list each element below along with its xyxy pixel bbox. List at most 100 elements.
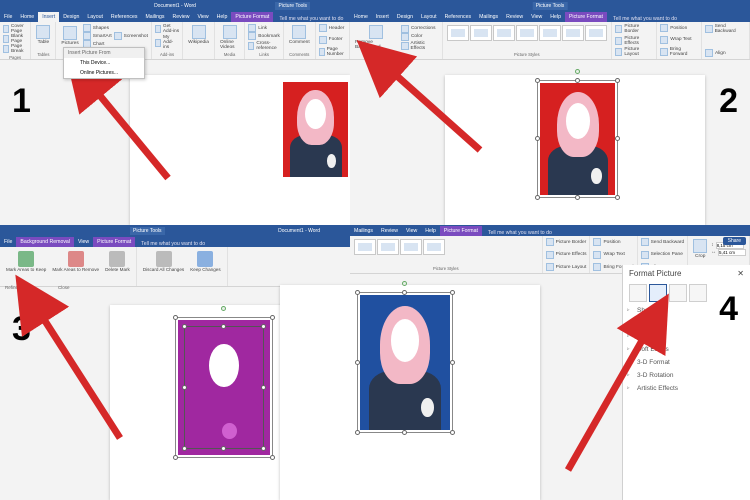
page-number-button[interactable]: Page Number xyxy=(327,47,346,57)
selection-pane-button[interactable]: Selection Pane xyxy=(651,252,683,257)
style-thumb[interactable] xyxy=(447,25,469,41)
tab-home[interactable]: Home xyxy=(16,12,38,22)
photo-bg-removal-preview[interactable] xyxy=(178,320,270,455)
resize-handle[interactable] xyxy=(615,136,620,141)
resize-handle[interactable] xyxy=(355,360,360,365)
resize-handle[interactable] xyxy=(173,455,178,460)
tab-picture-format[interactable]: Picture Format xyxy=(440,226,482,236)
tab-help[interactable]: Help xyxy=(546,12,565,22)
pane-item-artistic[interactable]: Artistic Effects xyxy=(623,382,750,395)
tab-design[interactable]: Design xyxy=(59,12,83,22)
resize-handle[interactable] xyxy=(450,360,455,365)
resize-handle[interactable] xyxy=(575,78,580,83)
send-backward-button[interactable]: Send Backward xyxy=(715,24,746,34)
position-button[interactable]: Position xyxy=(670,26,687,31)
cover-page-button[interactable]: Cover Page xyxy=(11,24,28,34)
crop-button[interactable]: Crop xyxy=(691,238,709,260)
photo-result[interactable] xyxy=(360,295,450,430)
tab-view[interactable]: View xyxy=(402,226,421,236)
tab-mailings[interactable]: Mailings xyxy=(350,226,377,236)
tab-home[interactable]: Home xyxy=(350,12,372,22)
pane-tab-layout-icon[interactable] xyxy=(669,284,687,302)
table-button[interactable]: Table xyxy=(34,24,52,46)
pane-item-glow[interactable]: Glow xyxy=(623,330,750,343)
screenshot-button[interactable]: Screenshot xyxy=(124,34,148,39)
rotate-handle[interactable] xyxy=(402,281,407,286)
tab-picture-format[interactable]: Picture Format xyxy=(565,12,607,22)
resize-handle[interactable] xyxy=(535,136,540,141)
tab-view[interactable]: View xyxy=(74,237,93,247)
tab-picture-format[interactable]: Picture Format xyxy=(93,237,135,247)
discard-changes-button[interactable]: Discard All Changes xyxy=(140,249,187,284)
smartart-button[interactable]: SmartArt xyxy=(93,34,112,39)
resize-handle[interactable] xyxy=(615,195,620,200)
picture-layout-button[interactable]: Picture Layout xyxy=(624,47,653,57)
position-button[interactable]: Position xyxy=(603,240,620,245)
tab-references[interactable]: References xyxy=(441,12,476,22)
artistic-effects-button[interactable]: Artistic Effects xyxy=(411,41,439,51)
resize-handle[interactable] xyxy=(270,315,275,320)
picture-effects-button[interactable]: Picture Effects xyxy=(556,252,587,257)
bookmark-button[interactable]: Bookmark xyxy=(258,34,280,39)
picture-effects-button[interactable]: Picture Effects xyxy=(624,36,653,46)
picture-layout-button[interactable]: Picture Layout xyxy=(556,265,587,270)
style-thumb[interactable] xyxy=(516,25,538,41)
send-backward-button[interactable]: Send Backward xyxy=(651,240,685,245)
tab-mailings[interactable]: Mailings xyxy=(475,12,502,22)
wrap-text-button[interactable]: Wrap Text xyxy=(670,37,691,42)
style-thumb[interactable] xyxy=(400,239,422,255)
keep-changes-button[interactable]: Keep Changes xyxy=(187,249,223,284)
online-videos-button[interactable]: Online Videos xyxy=(218,24,241,51)
footer-button[interactable]: Footer xyxy=(329,37,343,42)
resize-handle[interactable] xyxy=(535,78,540,83)
rotate-handle[interactable] xyxy=(221,306,226,311)
delete-mark-button[interactable]: Delete Mark xyxy=(102,249,133,284)
resize-handle[interactable] xyxy=(355,430,360,435)
tab-view[interactable]: View xyxy=(194,12,213,22)
mark-remove-button[interactable]: Mark Areas to Remove xyxy=(49,249,102,284)
resize-handle[interactable] xyxy=(402,430,407,435)
resize-handle[interactable] xyxy=(355,290,360,295)
tab-review[interactable]: Review xyxy=(377,226,402,236)
close-icon[interactable]: ✕ xyxy=(737,269,744,278)
tab-file[interactable]: File xyxy=(0,12,16,22)
style-gallery[interactable] xyxy=(446,24,608,42)
tab-layout[interactable]: Layout xyxy=(417,12,441,22)
tab-review[interactable]: Review xyxy=(168,12,193,22)
style-thumb[interactable] xyxy=(423,239,445,255)
style-thumb[interactable] xyxy=(354,239,376,255)
tab-layout[interactable]: Layout xyxy=(83,12,107,22)
tab-picture-format[interactable]: Picture Format xyxy=(231,12,273,22)
shapes-button[interactable]: Shapes xyxy=(93,26,109,31)
resize-handle[interactable] xyxy=(402,290,407,295)
wrap-text-button[interactable]: Wrap Text xyxy=(603,252,624,257)
mark-keep-button[interactable]: Mark Areas to Keep xyxy=(3,249,49,284)
tab-references[interactable]: References xyxy=(107,12,142,22)
pane-tab-effects-icon[interactable] xyxy=(649,284,667,302)
style-thumb[interactable] xyxy=(539,25,561,41)
chart-button[interactable]: Chart xyxy=(93,42,105,47)
tab-design[interactable]: Design xyxy=(393,12,417,22)
color-button[interactable]: Color xyxy=(411,34,422,39)
style-thumb[interactable] xyxy=(562,25,584,41)
corrections-button[interactable]: Corrections xyxy=(411,26,436,31)
tab-help[interactable]: Help xyxy=(213,12,232,22)
pane-tab-fill-icon[interactable] xyxy=(629,284,647,302)
picture-border-button[interactable]: Picture Border xyxy=(624,24,653,34)
page-break-button[interactable]: Page Break xyxy=(11,44,27,54)
style-thumb[interactable] xyxy=(377,239,399,255)
style-thumb[interactable] xyxy=(493,25,515,41)
wikipedia-button[interactable]: Wikipedia xyxy=(186,24,211,46)
pane-item-3d-rotation[interactable]: 3-D Rotation xyxy=(623,369,750,382)
resize-handle[interactable] xyxy=(173,315,178,320)
comment-button[interactable]: Comment xyxy=(287,24,312,46)
link-button[interactable]: Link xyxy=(258,26,267,31)
resize-handle[interactable] xyxy=(450,430,455,435)
tab-help[interactable]: Help xyxy=(421,226,440,236)
tab-insert[interactable]: Insert xyxy=(372,12,393,22)
picture-border-button[interactable]: Picture Border xyxy=(556,240,587,245)
xref-button[interactable]: Cross-reference xyxy=(256,41,280,51)
resize-handle[interactable] xyxy=(535,195,540,200)
resize-handle[interactable] xyxy=(450,290,455,295)
pictures-button[interactable]: Pictures xyxy=(59,25,80,47)
